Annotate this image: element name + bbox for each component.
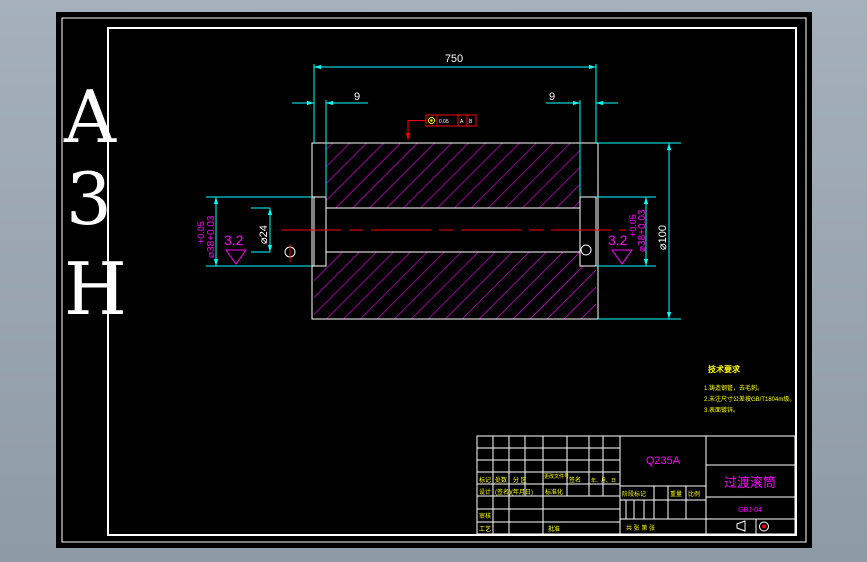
tb-std-sig: (签名) — [495, 488, 511, 496]
upper-wall-hatch — [314, 143, 596, 208]
tb-sheets: 共 张 第 张 — [626, 524, 655, 532]
note-item-1: 1.铸造钢管，去毛刺。 — [704, 384, 763, 392]
tolerance-datum-a: A — [460, 119, 464, 125]
tb-date: 年、月、日 — [591, 477, 616, 484]
tb-weight: 重量 — [670, 490, 682, 498]
tb-scale: 比例 — [688, 490, 700, 498]
sheet-code-3: 3 — [66, 157, 112, 241]
tb-mark: 标记 — [479, 476, 491, 484]
drawing-canvas: A 3 H 750 9 9 0.05 A B +0.05 ⌀38+0.03 ⌀2… — [61, 17, 807, 543]
tb-process: 工艺 — [479, 525, 491, 533]
tb-signature: 签名 — [569, 476, 581, 484]
tb-design: 设计 — [479, 488, 491, 496]
drawing-number-label: GBJ-04 — [738, 507, 762, 514]
left-bore-diameter: ⌀38+0.03 — [206, 215, 217, 258]
tolerance-frame: 0.05 A B — [405, 114, 477, 140]
roller-section — [281, 142, 626, 320]
inner-diameter-label: ⌀24 — [258, 225, 270, 244]
material-label: Q235A — [646, 455, 681, 467]
tolerance-value: 0.05 — [439, 119, 449, 125]
right-bore-diameter: ⌀38+0.03 — [637, 209, 648, 252]
sheet-code-h: H — [64, 247, 127, 331]
roughness-left: 3.2 — [224, 232, 247, 265]
roughness-right-value: 3.2 — [608, 232, 628, 248]
roughness-left-value: 3.2 — [224, 232, 244, 248]
length-label: 750 — [445, 53, 463, 65]
note-item-2: 2.未注尺寸公差按GB/T1804m级。 — [704, 395, 795, 403]
drawing-sheet: A 3 H 750 9 9 0.05 A B +0.05 ⌀38+0.03 ⌀2… — [56, 12, 812, 548]
technical-notes: 技术要求 1.铸造钢管，去毛刺。 2.未注尺寸公差按GB/T1804m级。 3.… — [704, 364, 795, 414]
tb-zone: 分 区 — [513, 476, 527, 484]
notes-title: 技术要求 — [708, 364, 741, 374]
tb-review: 审核 — [479, 512, 491, 520]
left-recess-label: 9 — [354, 91, 360, 103]
lower-wall-hatch — [314, 252, 596, 319]
tb-stage-mark: 阶段标记 — [622, 490, 646, 498]
outer-diameter-label: ⌀100 — [657, 225, 669, 250]
tb-change-doc: 更改文件号 — [544, 473, 569, 480]
dimension-left-bore: +0.05 ⌀38+0.03 ⌀24 — [196, 196, 312, 267]
note-item-3: 3.表面镀锌。 — [704, 406, 739, 414]
tb-date2: (年月日) — [511, 488, 533, 496]
sheet-code-a: A — [63, 75, 117, 159]
tolerance-datum-b: B — [469, 119, 473, 125]
title-block-text: Q235A 过渡滚筒 GBJ-04 标记 处数 分 区 更改文件号 签名 年、月… — [479, 455, 776, 533]
part-name-label: 过渡滚筒 — [724, 475, 776, 490]
tb-approve: 批准 — [548, 525, 560, 533]
tb-count: 处数 — [495, 476, 507, 484]
tb-standardize: 标准化 — [545, 488, 563, 496]
projection-symbol-icon — [736, 520, 746, 532]
right-recess-label: 9 — [549, 91, 555, 103]
left-bore-tol: +0.05 — [196, 221, 206, 244]
